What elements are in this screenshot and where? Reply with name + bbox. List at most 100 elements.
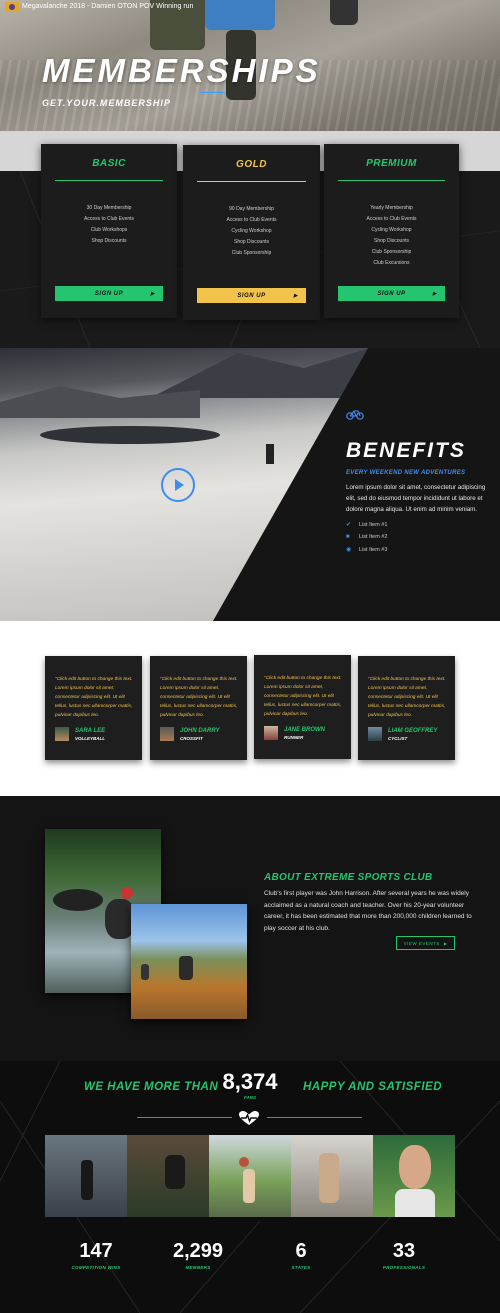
view-events-button[interactable]: VIEW EVENTS ▶ <box>396 936 455 950</box>
list-item: ◉ List Item #3 <box>346 546 496 554</box>
testimonial-card: "Click edit button to change this text. … <box>254 655 351 759</box>
plan-card-gold: GOLD 90 Day Membership Access to Club Ev… <box>183 145 320 320</box>
cycling-photo <box>131 904 247 1019</box>
gym-photo-4 <box>291 1135 373 1217</box>
testimonial-role: CROSSFIT <box>180 736 203 741</box>
plan-feature: 30 Day Membership <box>86 205 132 211</box>
benefits-subtitle: EVERY WEEKEND NEW ADVENTURES <box>346 470 466 476</box>
play-button[interactable] <box>161 468 195 502</box>
testimonial-role: RUNNER <box>284 735 304 740</box>
plan-feature: Shop Discounts <box>91 238 127 244</box>
square-icon: ■ <box>346 534 350 540</box>
fans-left-text: WE HAVE MORE THAN <box>84 1081 219 1093</box>
hero-banner: MEMBERSHIPS GET.YOUR.MEMBERSHIP <box>0 0 500 131</box>
plan-card-basic: BASIC 30 Day Membership Access to Club E… <box>41 144 177 318</box>
testimonial-quote: "Click edit button to change this text. … <box>264 676 342 717</box>
plan-feature: Cycling Workshop <box>231 228 272 234</box>
stat-professionals: 33 PROFESSIONALS <box>364 1240 444 1270</box>
heartbeat-icon <box>239 1111 259 1125</box>
list-item-label: List Item #1 <box>359 521 388 528</box>
avatar <box>55 727 69 741</box>
video-title[interactable]: Megavalanche 2018 - Damien OTON POV Winn… <box>22 3 193 10</box>
stat-number: 147 <box>79 1240 113 1262</box>
plan-feature: Shop Discounts <box>373 238 410 244</box>
chevron-right-icon: ▶ <box>150 290 155 297</box>
testimonials-section: "Click edit button to change this text. … <box>0 621 500 796</box>
testimonial-role: VOLLEYBALL <box>75 736 105 741</box>
plan-card-premium: PREMIUM Yearly Membership Access to Club… <box>324 144 459 318</box>
stat-number: 33 <box>392 1240 416 1262</box>
check-icon: ✔ <box>346 522 352 528</box>
divider-left <box>137 1117 232 1118</box>
chevron-right-icon: ▶ <box>293 292 298 299</box>
stat-label: MEMBERS <box>185 1265 211 1270</box>
page-subtitle: GET.YOUR.MEMBERSHIP <box>42 98 171 108</box>
stat-label: PROFESSIONALS <box>382 1265 426 1270</box>
plan-name: GOLD <box>236 159 267 170</box>
testimonial-name: JANE BROWN <box>284 727 326 733</box>
signup-button-premium[interactable]: SIGN UP ▶ <box>338 286 445 301</box>
chevron-right-icon: ▶ <box>443 940 448 946</box>
plan-feature: Cycling Workshop <box>371 227 412 233</box>
button-label: VIEW EVENTS <box>403 940 440 946</box>
avatar <box>368 727 382 741</box>
plan-feature: Yearly Membership <box>370 205 413 211</box>
stat-number: 6 <box>295 1240 307 1262</box>
button-label: SIGN UP <box>377 290 406 297</box>
testimonial-quote: "Click edit button to change this text. … <box>368 677 446 718</box>
membership-plans: BASIC 30 Day Membership Access to Club E… <box>0 131 500 348</box>
plan-feature: Club Excursions <box>373 260 410 266</box>
testimonial-role: CYCLIST <box>388 736 408 741</box>
testimonial-card: "Click edit button to change this text. … <box>150 656 247 760</box>
chevron-right-icon: ▶ <box>432 290 437 297</box>
testimonial-card: "Click edit button to change this text. … <box>358 656 455 760</box>
testimonial-quote: "Click edit button to change this text. … <box>55 677 133 718</box>
stat-label: STATES <box>291 1265 311 1270</box>
plan-feature: Club Workshops <box>90 227 128 233</box>
fans-count: 8,374 <box>222 1069 278 1094</box>
gym-photo-3 <box>209 1135 291 1217</box>
stat-number: 2,299 <box>172 1240 224 1262</box>
plan-feature: 90 Day Membership <box>229 206 274 212</box>
plan-features: Yearly Membership Access to Club Events … <box>324 203 459 269</box>
snowboarder-jacket <box>205 0 275 30</box>
plan-feature: Club Sponsorship <box>371 249 412 255</box>
plan-feature: Club Sponsorship <box>231 250 272 256</box>
list-item: ✔ List Item #1 <box>346 521 496 529</box>
play-icon <box>175 479 184 491</box>
signup-button-gold[interactable]: SIGN UP ▶ <box>197 288 306 303</box>
plan-feature: Access to Club Events <box>83 216 135 222</box>
testimonial-quote: "Click edit button to change this text. … <box>160 677 238 718</box>
fans-label: FANS <box>243 1095 256 1100</box>
testimonial-name: LIAM GEOFFREY <box>388 728 438 734</box>
stat-label: COMPETITION WINS <box>71 1265 121 1270</box>
plan-feature: Access to Club Events <box>226 217 277 223</box>
page-title: MEMBERSHIPS <box>42 52 321 89</box>
gym-photo-5 <box>373 1135 455 1217</box>
avatar <box>160 727 174 741</box>
list-item-label: List Item #2 <box>359 534 388 540</box>
benefits-title: BENEFITS <box>346 439 466 462</box>
about-title: ABOUT EXTREME SPORTS CLUB <box>264 872 433 883</box>
signup-button-basic[interactable]: SIGN UP ▶ <box>55 286 163 301</box>
benefits-panel: BENEFITS EVERY WEEKEND NEW ADVENTURES Lo… <box>346 407 496 553</box>
testimonial-card: "Click edit button to change this text. … <box>45 656 142 760</box>
plan-feature: Shop Discounts <box>233 239 270 245</box>
plan-features: 30 Day Membership Access to Club Events … <box>41 203 177 247</box>
circle-icon: ◉ <box>346 547 352 553</box>
list-item: ■ List Item #2 <box>346 534 496 540</box>
gym-photo-1 <box>45 1135 127 1217</box>
avatar <box>264 726 278 740</box>
about-body: Club's first player was John Harrison. A… <box>264 890 472 932</box>
gym-photo-2 <box>127 1135 209 1217</box>
testimonial-name: JOHN DARRY <box>180 728 220 734</box>
testimonial-name: SARA LEE <box>75 728 106 734</box>
benefits-list: ✔ List Item #1 ■ List Item #2 ◉ List Item #… <box>346 521 496 554</box>
channel-logo-icon <box>5 2 19 12</box>
plan-features: 90 Day Membership Access to Club Events … <box>183 204 320 259</box>
button-label: SIGN UP <box>94 290 124 297</box>
plan-name: PREMIUM <box>366 158 417 169</box>
list-item-label: List Item #3 <box>359 546 388 553</box>
stat-states: 6 STATES <box>261 1240 341 1270</box>
stat-competition-wins: 147 COMPETITION WINS <box>56 1240 136 1270</box>
